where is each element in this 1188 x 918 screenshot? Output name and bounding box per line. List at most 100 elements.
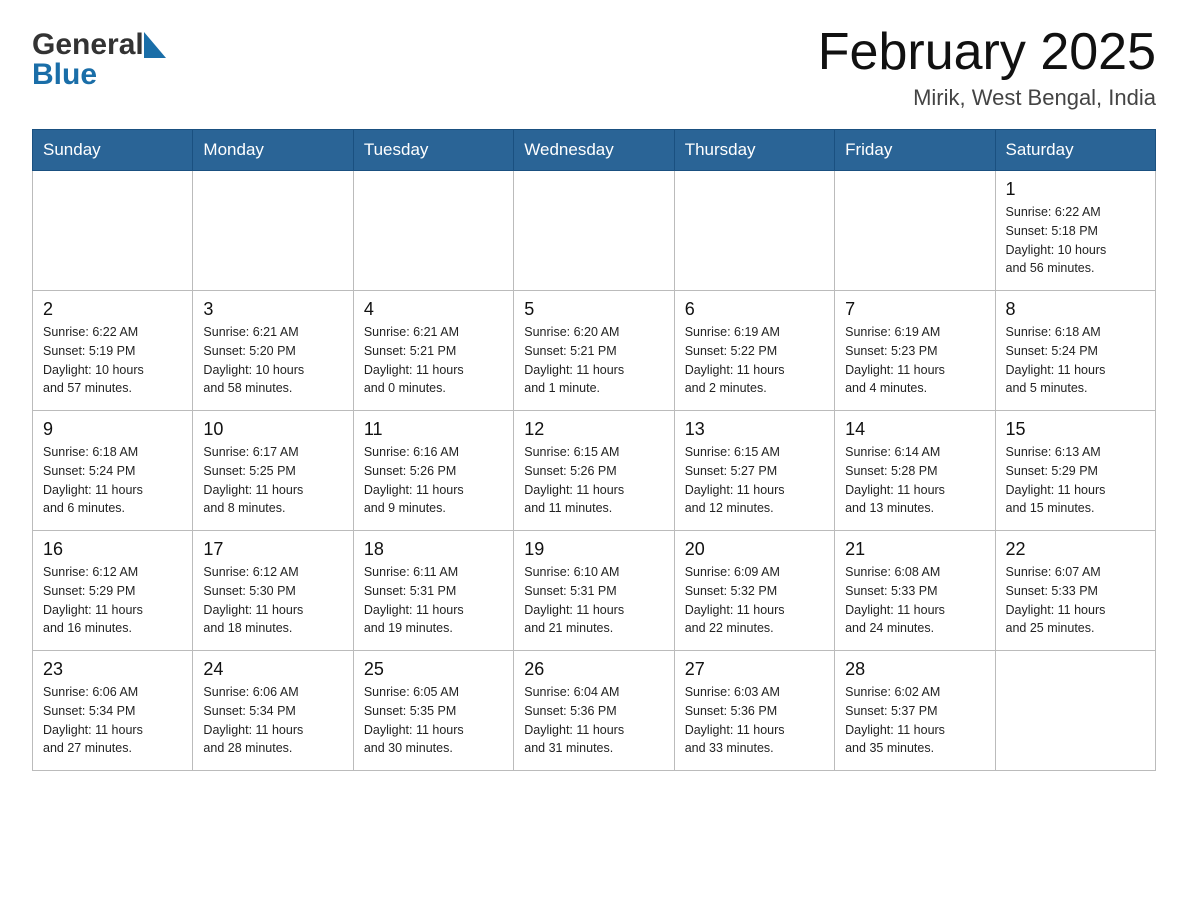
day-info: Sunrise: 6:16 AM Sunset: 5:26 PM Dayligh… [364,443,503,518]
calendar-cell [995,651,1155,771]
calendar-cell: 2 Sunrise: 6:22 AM Sunset: 5:19 PM Daylig… [33,291,193,411]
day-of-week-header: Tuesday [353,130,513,171]
day-of-week-header: Friday [835,130,995,171]
calendar-cell: 3 Sunrise: 6:21 AM Sunset: 5:20 PM Daylig… [193,291,353,411]
day-info: Sunrise: 6:21 AM Sunset: 5:20 PM Dayligh… [203,323,342,398]
logo-triangle-icon [144,32,166,63]
calendar-cell: 19 Sunrise: 6:10 AM Sunset: 5:31 PM Dayli… [514,531,674,651]
day-info: Sunrise: 6:14 AM Sunset: 5:28 PM Dayligh… [845,443,984,518]
day-of-week-header: Wednesday [514,130,674,171]
day-info: Sunrise: 6:19 AM Sunset: 5:23 PM Dayligh… [845,323,984,398]
calendar-cell: 22 Sunrise: 6:07 AM Sunset: 5:33 PM Dayli… [995,531,1155,651]
calendar-cell: 13 Sunrise: 6:15 AM Sunset: 5:27 PM Dayli… [674,411,834,531]
page-title: February 2025 [818,24,1156,81]
day-number: 15 [1006,419,1145,440]
calendar-cell: 23 Sunrise: 6:06 AM Sunset: 5:34 PM Dayli… [33,651,193,771]
logo: General Blue [32,28,166,92]
calendar-week-row: 1 Sunrise: 6:22 AM Sunset: 5:18 PM Daylig… [33,171,1156,291]
day-number: 27 [685,659,824,680]
day-number: 9 [43,419,182,440]
day-info: Sunrise: 6:18 AM Sunset: 5:24 PM Dayligh… [43,443,182,518]
day-number: 20 [685,539,824,560]
day-number: 6 [685,299,824,320]
day-number: 4 [364,299,503,320]
calendar-cell: 12 Sunrise: 6:15 AM Sunset: 5:26 PM Dayli… [514,411,674,531]
day-number: 2 [43,299,182,320]
calendar-cell: 17Sunrise: 6:12 AM Sunset: 5:30 PM Dayli… [193,531,353,651]
calendar-cell: 7 Sunrise: 6:19 AM Sunset: 5:23 PM Daylig… [835,291,995,411]
day-number: 11 [364,419,503,440]
calendar-cell: 16 Sunrise: 6:12 AM Sunset: 5:29 PM Dayli… [33,531,193,651]
calendar-cell: 21 Sunrise: 6:08 AM Sunset: 5:33 PM Dayli… [835,531,995,651]
day-info: Sunrise: 6:02 AM Sunset: 5:37 PM Dayligh… [845,683,984,758]
logo-blue-text: Blue [32,58,97,92]
calendar-week-row: 2 Sunrise: 6:22 AM Sunset: 5:19 PM Daylig… [33,291,1156,411]
day-info: Sunrise: 6:08 AM Sunset: 5:33 PM Dayligh… [845,563,984,638]
day-info: Sunrise: 6:12 AM Sunset: 5:29 PM Dayligh… [43,563,182,638]
calendar-cell: 10 Sunrise: 6:17 AM Sunset: 5:25 PM Dayli… [193,411,353,531]
day-info: Sunrise: 6:07 AM Sunset: 5:33 PM Dayligh… [1006,563,1145,638]
day-number: 13 [685,419,824,440]
day-info: Sunrise: 6:03 AM Sunset: 5:36 PM Dayligh… [685,683,824,758]
day-of-week-header: Saturday [995,130,1155,171]
day-number: 12 [524,419,663,440]
day-info: Sunrise: 6:15 AM Sunset: 5:27 PM Dayligh… [685,443,824,518]
day-info: Sunrise: 6:13 AM Sunset: 5:29 PM Dayligh… [1006,443,1145,518]
calendar-cell: 15 Sunrise: 6:13 AM Sunset: 5:29 PM Dayli… [995,411,1155,531]
calendar-cell [514,171,674,291]
calendar-cell: 28Sunrise: 6:02 AM Sunset: 5:37 PM Dayli… [835,651,995,771]
calendar-cell [193,171,353,291]
calendar-cell: 8 Sunrise: 6:18 AM Sunset: 5:24 PM Daylig… [995,291,1155,411]
day-number: 7 [845,299,984,320]
day-info: Sunrise: 6:22 AM Sunset: 5:19 PM Dayligh… [43,323,182,398]
day-info: Sunrise: 6:15 AM Sunset: 5:26 PM Dayligh… [524,443,663,518]
day-number: 5 [524,299,663,320]
day-number: 8 [1006,299,1145,320]
calendar-cell: 18 Sunrise: 6:11 AM Sunset: 5:31 PM Dayli… [353,531,513,651]
calendar-week-row: 9 Sunrise: 6:18 AM Sunset: 5:24 PM Daylig… [33,411,1156,531]
location-subtitle: Mirik, West Bengal, India [818,85,1156,111]
day-number: 3 [203,299,342,320]
day-info: Sunrise: 6:22 AM Sunset: 5:18 PM Dayligh… [1006,203,1145,278]
calendar-week-row: 16 Sunrise: 6:12 AM Sunset: 5:29 PM Dayli… [33,531,1156,651]
calendar-cell: 9 Sunrise: 6:18 AM Sunset: 5:24 PM Daylig… [33,411,193,531]
calendar-cell: 20 Sunrise: 6:09 AM Sunset: 5:32 PM Dayli… [674,531,834,651]
day-number: 23 [43,659,182,680]
day-of-week-header: Sunday [33,130,193,171]
logo-general-text: General [32,28,144,62]
day-number: 19 [524,539,663,560]
day-number: 25 [364,659,503,680]
day-info: Sunrise: 6:10 AM Sunset: 5:31 PM Dayligh… [524,563,663,638]
day-number: 26 [524,659,663,680]
day-info: Sunrise: 6:20 AM Sunset: 5:21 PM Dayligh… [524,323,663,398]
day-number: 21 [845,539,984,560]
day-number: 1 [1006,179,1145,200]
calendar-cell: 11 Sunrise: 6:16 AM Sunset: 5:26 PM Dayli… [353,411,513,531]
day-info: Sunrise: 6:18 AM Sunset: 5:24 PM Dayligh… [1006,323,1145,398]
day-info: Sunrise: 6:17 AM Sunset: 5:25 PM Dayligh… [203,443,342,518]
day-info: Sunrise: 6:09 AM Sunset: 5:32 PM Dayligh… [685,563,824,638]
day-of-week-header: Monday [193,130,353,171]
day-info: Sunrise: 6:05 AM Sunset: 5:35 PM Dayligh… [364,683,503,758]
calendar-cell: 14Sunrise: 6:14 AM Sunset: 5:28 PM Dayli… [835,411,995,531]
day-number: 16 [43,539,182,560]
calendar-cell: 4 Sunrise: 6:21 AM Sunset: 5:21 PM Daylig… [353,291,513,411]
day-number: 18 [364,539,503,560]
calendar-cell: 26 Sunrise: 6:04 AM Sunset: 5:36 PM Dayli… [514,651,674,771]
calendar-cell: 27 Sunrise: 6:03 AM Sunset: 5:36 PM Dayli… [674,651,834,771]
day-info: Sunrise: 6:04 AM Sunset: 5:36 PM Dayligh… [524,683,663,758]
day-info: Sunrise: 6:06 AM Sunset: 5:34 PM Dayligh… [43,683,182,758]
calendar-cell: 1 Sunrise: 6:22 AM Sunset: 5:18 PM Daylig… [995,171,1155,291]
day-info: Sunrise: 6:11 AM Sunset: 5:31 PM Dayligh… [364,563,503,638]
day-number: 22 [1006,539,1145,560]
title-area: February 2025 Mirik, West Bengal, India [818,24,1156,111]
day-info: Sunrise: 6:21 AM Sunset: 5:21 PM Dayligh… [364,323,503,398]
day-of-week-header: Thursday [674,130,834,171]
day-info: Sunrise: 6:19 AM Sunset: 5:22 PM Dayligh… [685,323,824,398]
day-number: 10 [203,419,342,440]
calendar-header-row: SundayMondayTuesdayWednesdayThursdayFrid… [33,130,1156,171]
day-number: 17 [203,539,342,560]
calendar-cell: 5 Sunrise: 6:20 AM Sunset: 5:21 PM Daylig… [514,291,674,411]
calendar-cell: 6 Sunrise: 6:19 AM Sunset: 5:22 PM Daylig… [674,291,834,411]
calendar-cell [353,171,513,291]
